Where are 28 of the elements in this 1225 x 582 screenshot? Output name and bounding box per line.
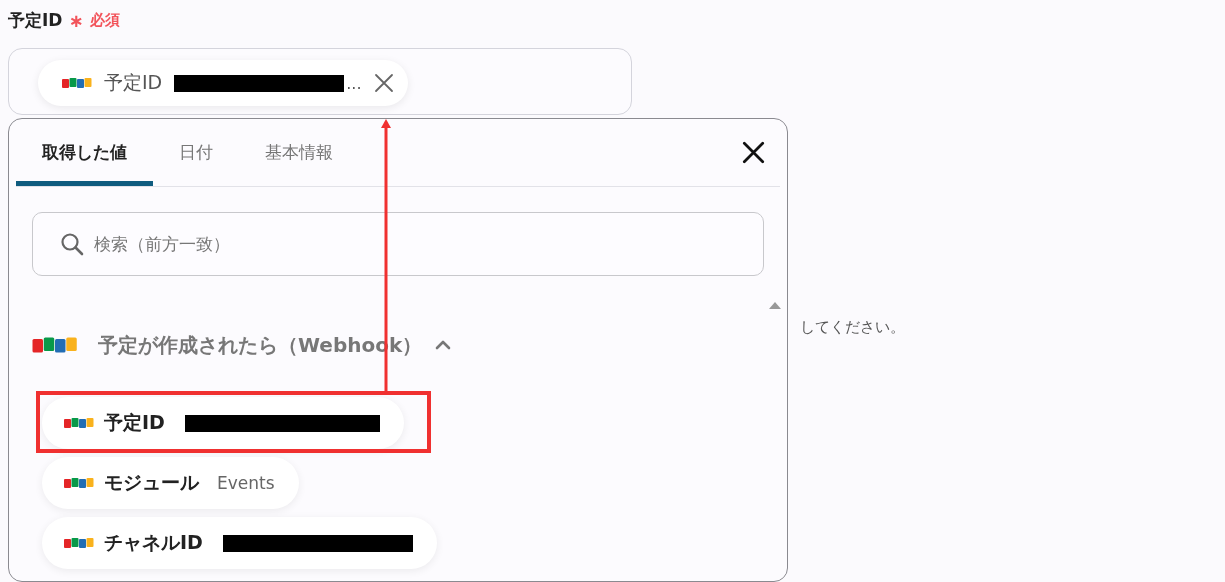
close-icon[interactable] xyxy=(742,141,765,164)
logo-icon xyxy=(62,77,92,89)
logo-icon xyxy=(64,537,94,549)
field-label: 予定ID xyxy=(8,8,63,32)
tab[interactable]: 基本情報 xyxy=(239,119,359,186)
tab[interactable]: 日付 xyxy=(153,119,239,186)
search-input[interactable]: 検索（前方一致） xyxy=(92,233,696,255)
ellipsis: ... xyxy=(346,73,362,93)
logo-icon xyxy=(64,477,94,489)
hint-text: してください。 xyxy=(800,318,906,337)
search-field[interactable]: 検索（前方一致） xyxy=(32,212,764,276)
chip-label: 予定ID xyxy=(104,70,163,95)
input-field[interactable]: 予定ID ... xyxy=(8,48,632,115)
item-value: Events xyxy=(217,473,275,493)
item-label: モジュール xyxy=(104,470,199,495)
value-chip[interactable]: 予定ID ... xyxy=(38,60,408,106)
logo-icon xyxy=(64,417,94,429)
required-label: 必須 xyxy=(89,10,120,30)
list-item[interactable]: 予定ID xyxy=(42,397,404,449)
list-item[interactable]: チャネルID xyxy=(42,517,437,569)
item-label: 予定ID xyxy=(104,410,165,435)
item-label: チャネルID xyxy=(104,530,203,555)
logo-icon xyxy=(32,336,78,354)
list-item[interactable]: モジュール Events xyxy=(42,457,299,509)
required-mark: ∗ xyxy=(68,9,84,31)
search-icon xyxy=(60,232,84,256)
scroll-up-icon[interactable] xyxy=(769,301,781,309)
tab[interactable]: 取得した値 xyxy=(16,119,153,186)
